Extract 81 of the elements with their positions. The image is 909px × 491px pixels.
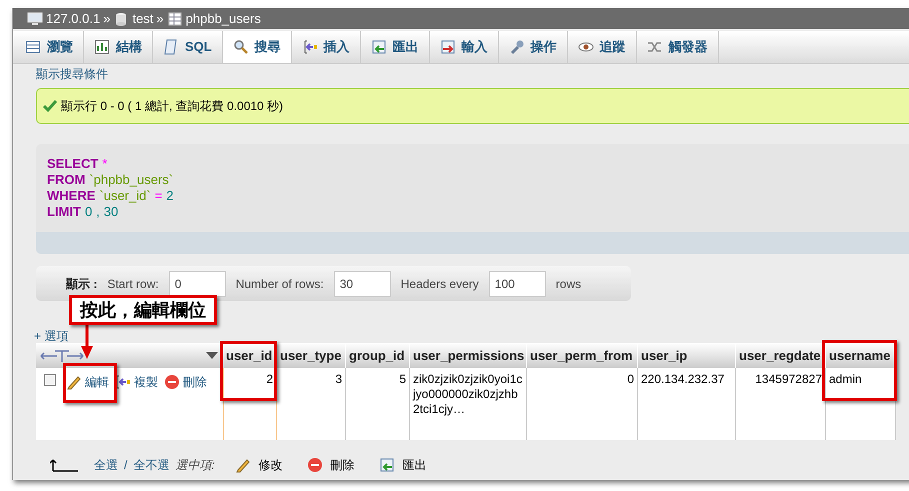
document-icon	[163, 39, 179, 55]
section-title[interactable]: 顯示搜尋條件	[36, 65, 909, 83]
sql-token: *	[102, 156, 108, 172]
row-action-link[interactable]: 刪除	[164, 373, 207, 391]
options-link[interactable]: + 選項	[34, 329, 909, 343]
pencil-icon	[66, 374, 82, 390]
table-cell: admin	[826, 368, 896, 440]
field-label: Number of rows:	[236, 276, 324, 292]
table-icon	[25, 39, 41, 55]
column-resize-icon[interactable]	[40, 348, 84, 362]
field-label: rows	[556, 276, 582, 292]
tab[interactable]: 輸入	[430, 31, 499, 63]
insert-icon	[115, 374, 131, 390]
field-label: Start row:	[107, 276, 159, 292]
breadcrumb-separator: »	[103, 10, 110, 28]
table-cell: 2	[223, 368, 277, 440]
arrow	[80, 322, 94, 360]
input-field[interactable]: 100	[488, 270, 546, 296]
sql-token: `user_id`	[99, 188, 151, 204]
breadcrumb-link[interactable]: 127.0.0.1	[46, 8, 100, 28]
tab[interactable]: 匯出	[360, 31, 430, 63]
separator: /	[124, 457, 128, 474]
highlight-frame	[63, 363, 117, 403]
tab[interactable]: 瀏覽	[15, 31, 84, 63]
sort-arrow-icon[interactable]	[206, 352, 218, 360]
sql-token: =	[154, 188, 162, 204]
row-action-link[interactable]: 複製	[115, 373, 158, 391]
export-icon	[370, 39, 387, 55]
tab[interactable]: 插入	[292, 31, 361, 63]
search-icon	[232, 39, 249, 55]
table-icon	[166, 10, 183, 26]
highlight-frame	[220, 341, 277, 401]
bulk-action-button[interactable]: 刪除	[306, 456, 355, 474]
breadcrumb-link[interactable]: phpbb_users	[186, 8, 261, 28]
table-cell: zik0zjzik0zjzik0yoi1cjyo000000zik0zjzhb2tci1cjy…	[410, 368, 527, 440]
export-icon	[378, 457, 395, 473]
table-cell: 0	[527, 368, 638, 440]
breadcrumb-link[interactable]: test	[132, 8, 154, 28]
sql-token: `phpbb_users`	[89, 172, 174, 188]
with-selected-label: 選中項:	[175, 457, 215, 474]
bulk-action-button[interactable]: 修改	[234, 456, 283, 474]
deselect-all-link[interactable]: 全不選	[133, 456, 170, 474]
row-action-link[interactable]: 編輯	[66, 373, 109, 391]
table-cell: 220.134.232.37	[638, 368, 736, 440]
wrench-icon	[508, 39, 525, 55]
tab[interactable]: 結構	[84, 31, 153, 63]
tab[interactable]: 搜尋	[222, 31, 292, 63]
pencil-icon	[234, 457, 251, 473]
field-label: Headers every	[400, 276, 479, 292]
insert-icon	[302, 39, 318, 55]
breadcrumb-separator: »	[156, 10, 164, 28]
sql-token: 2	[166, 188, 174, 204]
callout-label: 按此，編輯欄位	[69, 295, 217, 325]
up-arrow-icon	[50, 458, 78, 472]
input-field[interactable]: 0	[168, 270, 226, 296]
tab[interactable]: 追蹤	[568, 31, 637, 63]
sql-token: SELECT	[47, 156, 98, 172]
table-cell: 5	[346, 368, 410, 440]
chart-icon	[94, 39, 110, 55]
sql-token: FROM	[47, 172, 86, 188]
delete-icon	[306, 457, 323, 473]
table-cell: 1345972827	[736, 368, 826, 440]
sql-token: ,	[96, 204, 100, 220]
navigation-label: 顯示 :	[66, 276, 98, 292]
input-field[interactable]: 30	[334, 270, 391, 296]
bulk-action-button[interactable]: 匯出	[378, 456, 427, 474]
tab[interactable]: 操作	[498, 31, 568, 63]
sql-token: LIMIT	[47, 204, 81, 220]
row-checkbox[interactable]	[44, 374, 56, 386]
import-icon	[440, 39, 456, 55]
monitor-icon	[27, 10, 43, 26]
table-cell: 3	[277, 368, 346, 440]
select-all-link[interactable]: 全選	[94, 456, 118, 474]
success-message: 顯示行 0 - 0 ( 1 總計, 查詢花費 0.0010 秒)	[36, 88, 909, 124]
sql-token: 30	[104, 204, 118, 220]
delete-icon	[164, 374, 180, 390]
sql-token: WHERE	[47, 188, 96, 204]
sql-token: 0	[84, 204, 92, 220]
tab[interactable]: 觸發器	[636, 31, 719, 63]
tab[interactable]: SQL	[153, 31, 223, 63]
check-icon	[43, 99, 57, 113]
